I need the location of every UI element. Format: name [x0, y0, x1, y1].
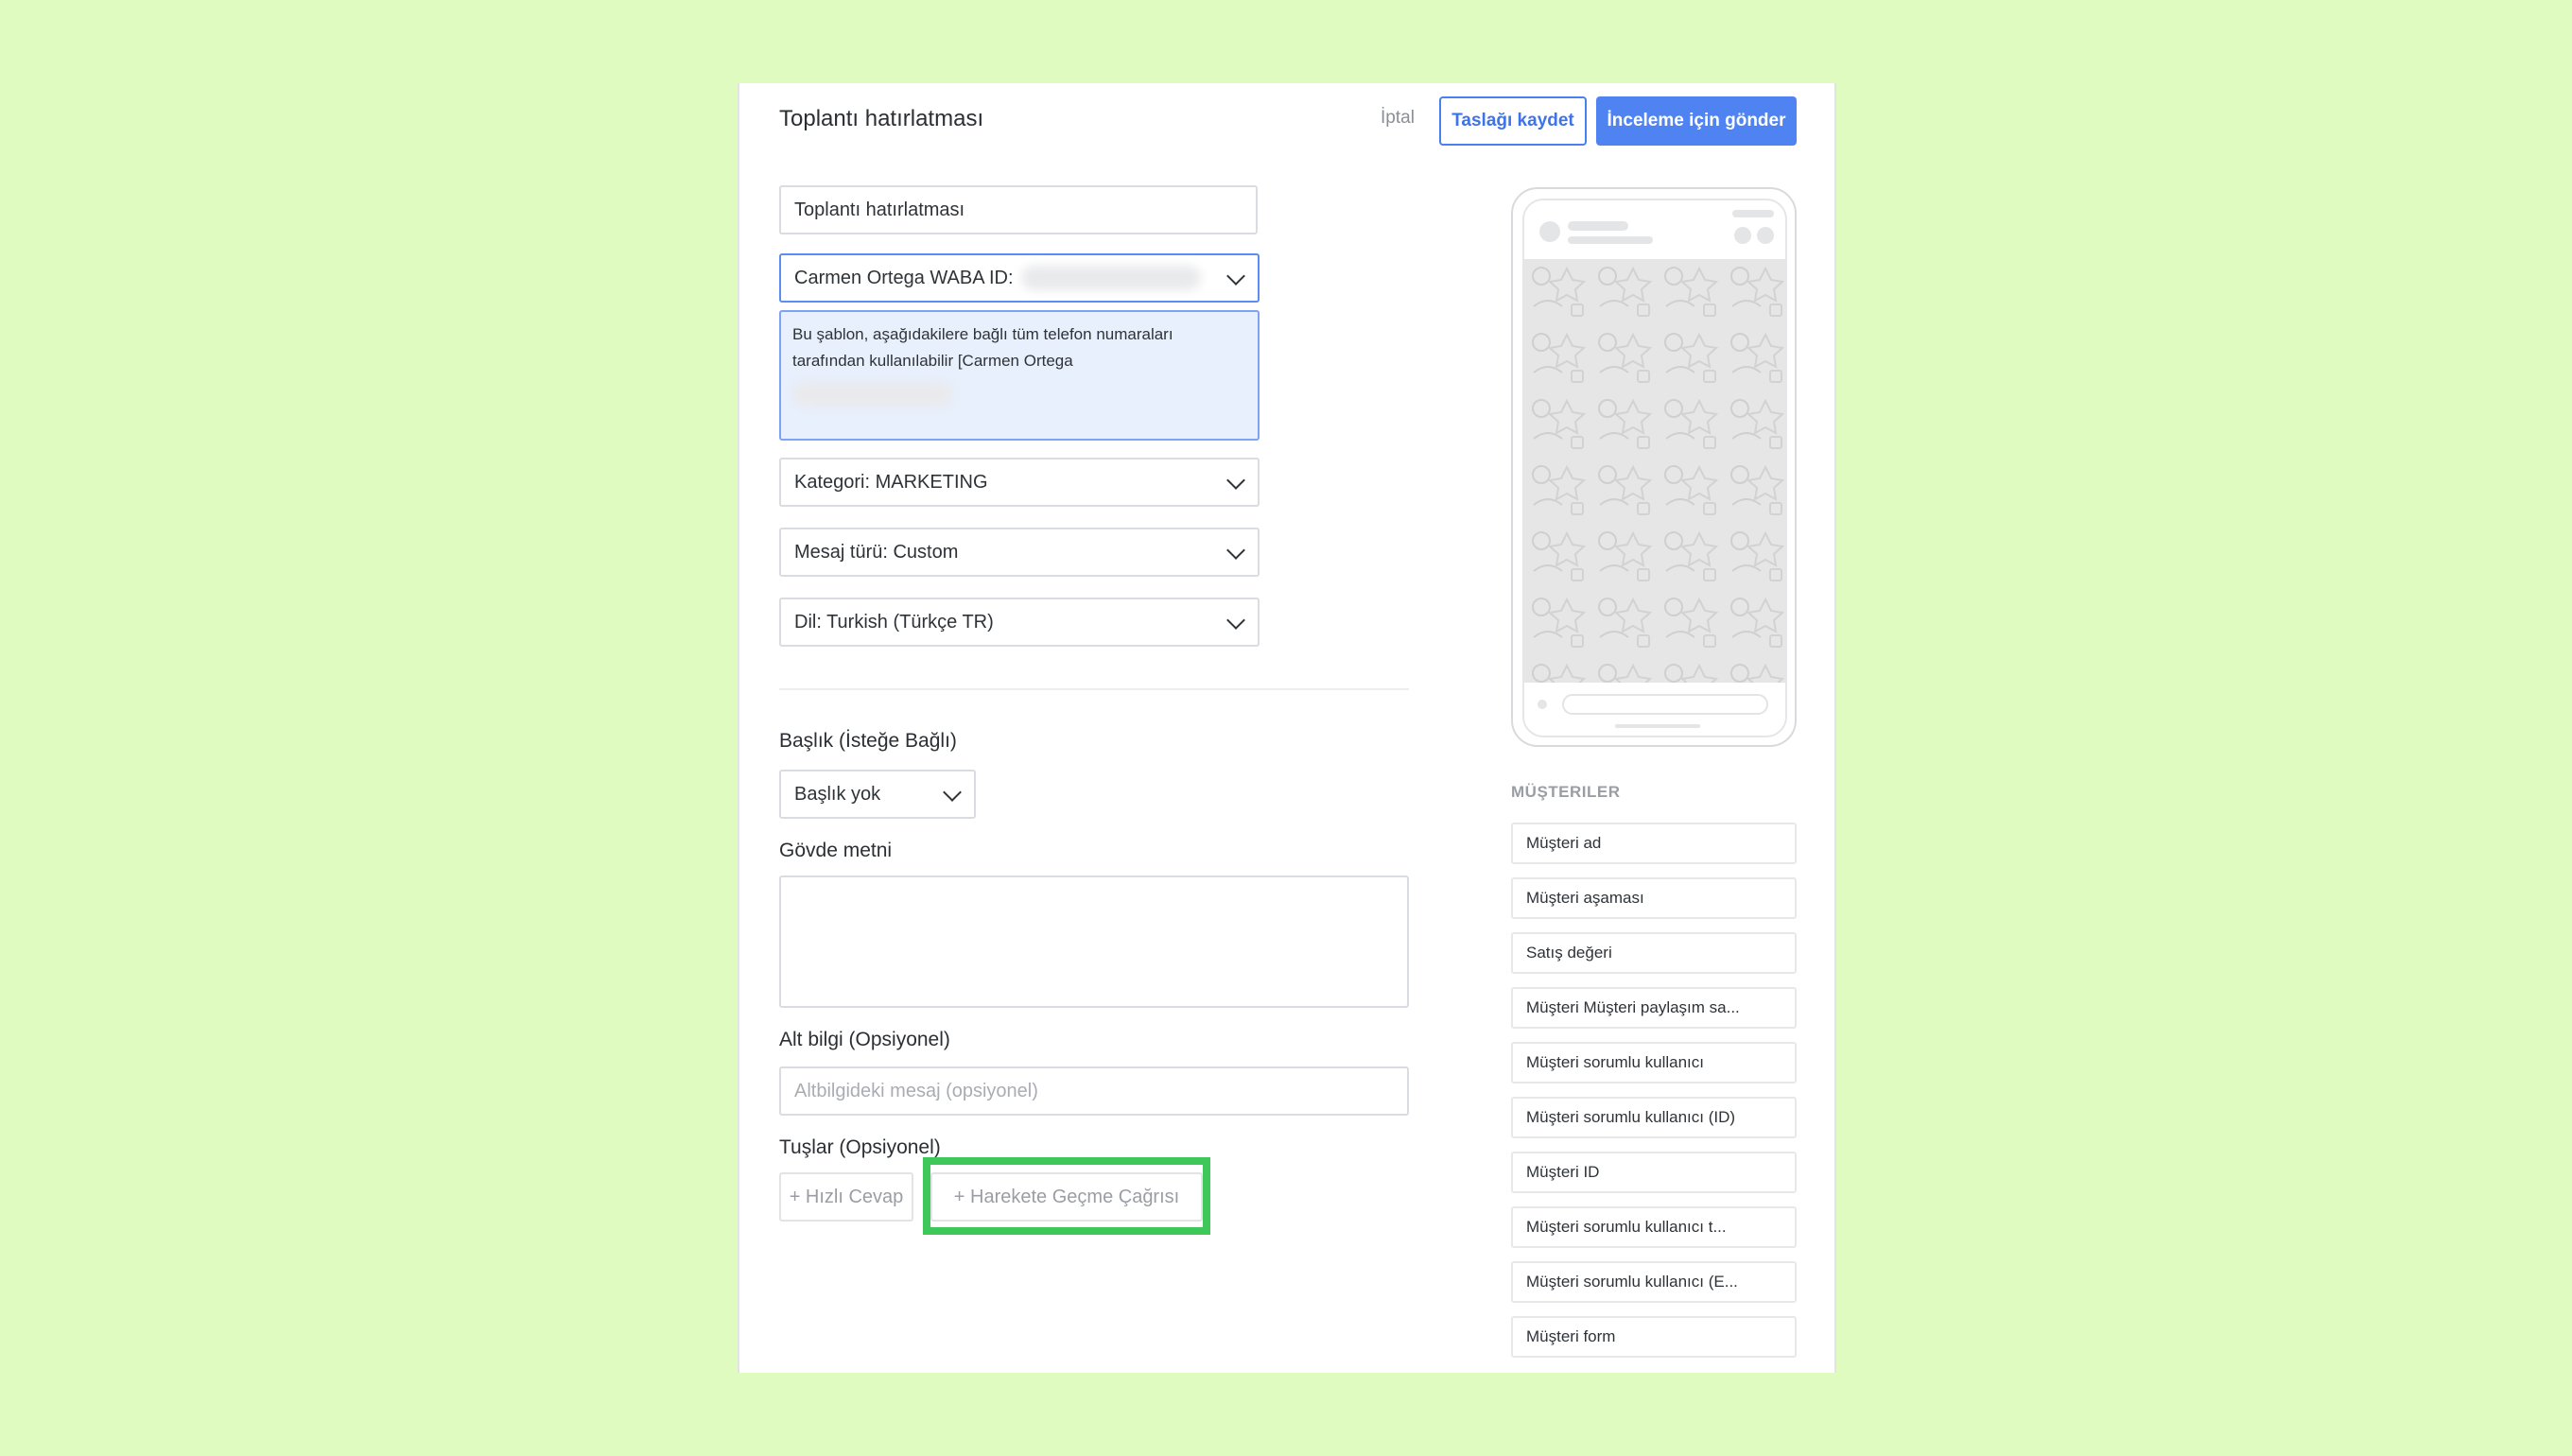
template-name-input[interactable]: Toplantı hatırlatması [779, 185, 1258, 234]
message-type-select-label: Mesaj türü: Custom [794, 541, 959, 563]
language-select-label: Dil: Turkish (Türkçe TR) [794, 611, 994, 633]
variable-item[interactable]: Müşteri ID [1511, 1152, 1797, 1193]
info-text-line2: tarafından kullanılabilir [Carmen Ortega [792, 352, 1073, 370]
chevron-down-icon [943, 783, 962, 802]
phone-frame [1522, 199, 1787, 737]
account-select[interactable]: Carmen Ortega WABA ID: [779, 253, 1260, 303]
variable-item[interactable]: Müşteri sorumlu kullanıcı (E... [1511, 1261, 1797, 1303]
chevron-down-icon [1226, 267, 1245, 286]
home-indicator [1615, 724, 1700, 728]
variable-item[interactable]: Müşteri aşaması [1511, 877, 1797, 919]
variable-item[interactable]: Müşteri sorumlu kullanıcı [1511, 1042, 1797, 1083]
variable-item[interactable]: Müşteri sorumlu kullanıcı (ID) [1511, 1097, 1797, 1138]
info-text-line1: Bu şablon, aşağıdakilere bağlı tüm telef… [792, 325, 1173, 343]
customers-section-title: MÜŞTERILER [1511, 783, 1621, 801]
phone-preview [1511, 187, 1797, 747]
variable-item[interactable]: Satış değeri [1511, 932, 1797, 974]
avatar [1539, 221, 1560, 242]
preview-top-bar [1732, 210, 1774, 217]
submit-review-button[interactable]: İnceleme için gönder [1596, 96, 1797, 146]
chat-wallpaper [1524, 259, 1785, 683]
chevron-down-icon [1226, 471, 1245, 490]
message-type-select[interactable]: Mesaj türü: Custom [779, 528, 1260, 577]
header-label: Başlık (İsteğe Bağlı) [779, 730, 957, 752]
variable-item[interactable]: Müşteri Müşteri paylaşım sa... [1511, 987, 1797, 1029]
preview-status-bar [1568, 236, 1653, 244]
cta-highlight-box [923, 1157, 1210, 1235]
footer-input[interactable]: Altbilgideki mesaj (opsiyonel) [779, 1066, 1409, 1116]
variable-item[interactable]: Müşteri form [1511, 1316, 1797, 1358]
language-select[interactable]: Dil: Turkish (Türkçe TR) [779, 598, 1260, 647]
category-select[interactable]: Kategori: MARKETING [779, 458, 1260, 507]
cancel-button[interactable]: İptal [1381, 108, 1415, 129]
quick-reply-button[interactable]: + Hızlı Cevap [779, 1172, 913, 1222]
template-name-value: Toplantı hatırlatması [794, 199, 965, 220]
wallpaper-pattern [1524, 259, 1785, 683]
account-select-label: Carmen Ortega WABA ID: [794, 267, 1014, 288]
header-select[interactable]: Başlık yok [779, 770, 976, 819]
account-info-box: Bu şablon, aşağıdakilere bağlı tüm telef… [779, 310, 1260, 441]
body-textarea[interactable] [779, 875, 1409, 1008]
variable-item[interactable]: Müşteri sorumlu kullanıcı t... [1511, 1206, 1797, 1248]
chevron-down-icon [1226, 541, 1245, 560]
header-select-label: Başlık yok [794, 783, 881, 805]
category-select-label: Kategori: MARKETING [794, 471, 988, 493]
call-icon [1757, 227, 1774, 244]
template-editor-panel: Toplantı hatırlatması İptal Taslağı kayd… [738, 83, 1836, 1373]
footer-label: Alt bilgi (Opsiyonel) [779, 1029, 950, 1050]
divider [779, 688, 1409, 690]
buttons-label: Tuşlar (Opsiyonel) [779, 1136, 941, 1158]
preview-name-bar [1568, 221, 1628, 231]
body-label: Gövde metni [779, 840, 893, 861]
emoji-icon [1538, 700, 1547, 709]
blurred-phone-numbers [792, 382, 953, 407]
page-title: Toplantı hatırlatması [779, 106, 984, 131]
video-icon [1734, 227, 1751, 244]
blurred-waba-id [1020, 266, 1201, 290]
save-draft-button[interactable]: Taslağı kaydet [1439, 96, 1587, 146]
footer-placeholder: Altbilgideki mesaj (opsiyonel) [794, 1080, 1038, 1101]
message-input-preview [1562, 694, 1768, 715]
variable-item[interactable]: Müşteri ad [1511, 823, 1797, 864]
chevron-down-icon [1226, 611, 1245, 630]
